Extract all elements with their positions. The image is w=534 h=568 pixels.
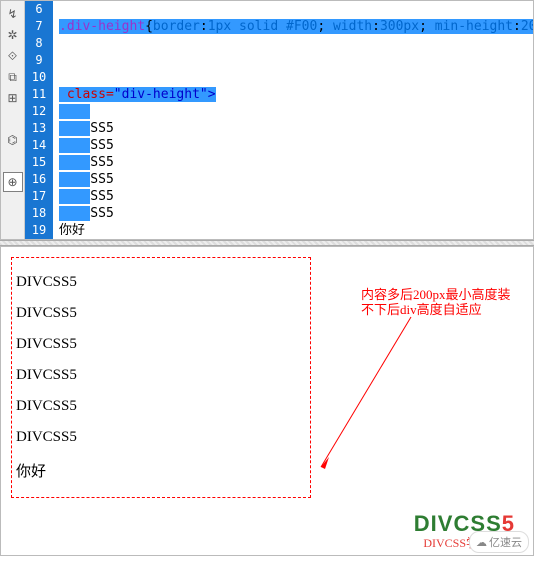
preview-paragraph: DIVCSS5 <box>16 336 306 353</box>
code-line[interactable]: </span><span class="txt"></span><span cl… <box>59 1 533 18</box>
code-line[interactable]: DIVCSS5 <box>59 120 533 137</box>
code-line[interactable]: DIVCSS5 <box>59 137 533 154</box>
code-line[interactable]: DIVCSS5 <box>59 188 533 205</box>
preview-paragraph: DIVCSS5 <box>16 367 306 384</box>
cloud-icon: ☁ <box>476 536 487 549</box>
arrow-icon <box>311 307 431 487</box>
toolbar-button[interactable]: ✲ <box>3 25 23 45</box>
toolbar-button[interactable]: ↯ <box>3 4 23 24</box>
code-area[interactable]: </span><span class="txt"></span><span cl… <box>53 1 533 239</box>
code-line[interactable]: DIVCSS5 <box>59 154 533 171</box>
rendered-div: DIVCSS5 DIVCSS5 DIVCSS5 DIVCSS5 DIVCSS5 DIVCS… <box>11 257 311 498</box>
line-number: 7 <box>25 18 53 35</box>
toolbar-button[interactable]: ⧉ <box>3 67 23 87</box>
preview-paragraph: 你好 <box>16 460 306 481</box>
code-line[interactable]: DIVCSS5 <box>59 103 533 120</box>
annotation-line1: 内容多后200px最小高度装 <box>361 287 511 302</box>
annotation-text: 内容多后200px最小高度装 不下后div高度自适应 <box>361 287 511 317</box>
code-line[interactable] <box>59 35 533 52</box>
watermark-badge: ☁ 亿速云 <box>469 531 529 553</box>
line-number: 6 <box>25 1 53 18</box>
toolbar-button[interactable]: ⌬ <box>3 130 23 150</box>
line-number: 19 <box>25 222 53 239</box>
line-number: 12 <box>25 103 53 120</box>
line-number: 10 <box>25 69 53 86</box>
code-line[interactable]: 你好 <box>59 205 533 222</box>
toolbar-button[interactable]: ⟐ <box>3 46 23 66</box>
code-line[interactable]: class="div-height"> <box>59 86 533 103</box>
toolbar-button[interactable] <box>3 109 23 129</box>
preview-paragraph: DIVCSS5 <box>16 429 306 446</box>
preview-paragraph: DIVCSS5 <box>16 274 306 291</box>
line-gutter: 678910111213141516171819 <box>25 1 53 239</box>
line-number: 9 <box>25 52 53 69</box>
line-number: 18 <box>25 205 53 222</box>
line-number: 11 <box>25 86 53 103</box>
line-number: 15 <box>25 154 53 171</box>
preview-paragraph: DIVCSS5 <box>16 305 306 322</box>
code-line[interactable] <box>59 69 533 86</box>
watermark-text: 亿速云 <box>489 534 522 550</box>
code-line[interactable]: .div-height{border:1px solid #F00; width… <box>59 18 533 35</box>
line-number: 16 <box>25 171 53 188</box>
preview-panel: DIVCSS5 DIVCSS5 DIVCSS5 DIVCSS5 DIVCSS5 DIVCS… <box>0 246 534 556</box>
line-number: 8 <box>25 35 53 52</box>
toolbar-button[interactable]: ⊕ <box>3 172 23 192</box>
editor-toolbar: ↯✲⟐⧉⊞ ⌬ ⊕ <box>1 1 25 239</box>
code-editor: ↯✲⟐⧉⊞ ⌬ ⊕ 678910111213141516171819 </span>… <box>0 0 534 240</box>
line-number: 14 <box>25 137 53 154</box>
line-number: 17 <box>25 188 53 205</box>
code-line[interactable] <box>59 222 533 239</box>
code-line[interactable] <box>59 52 533 69</box>
code-line[interactable]: DIVCSS5 <box>59 171 533 188</box>
preview-paragraph: DIVCSS5 <box>16 398 306 415</box>
annotation-line2: 不下后div高度自适应 <box>361 302 482 317</box>
toolbar-button[interactable]: ⊞ <box>3 88 23 108</box>
toolbar-button[interactable] <box>3 151 23 171</box>
line-number: 13 <box>25 120 53 137</box>
